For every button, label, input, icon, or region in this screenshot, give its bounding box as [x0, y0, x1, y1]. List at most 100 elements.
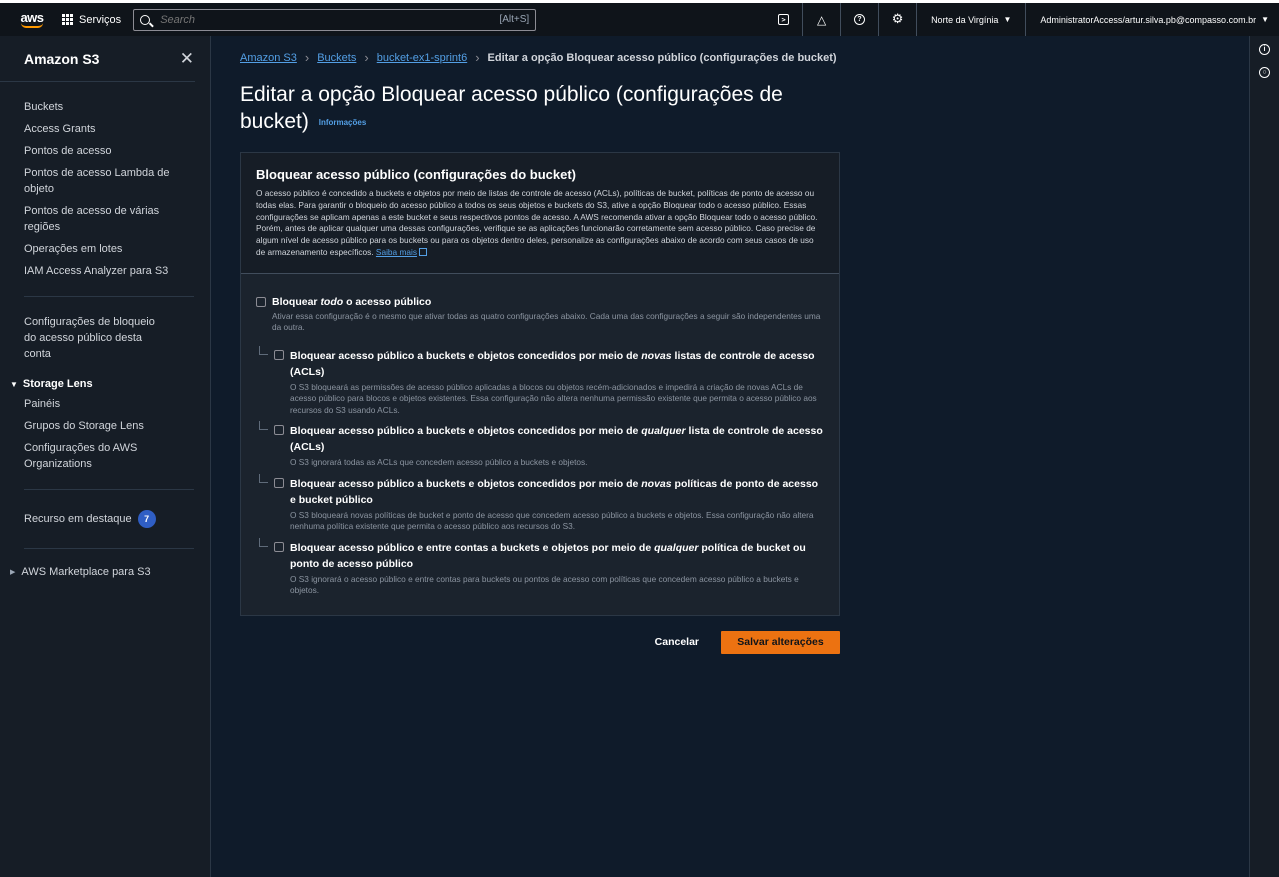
gear-icon: ⚙: [891, 12, 904, 27]
account-menu[interactable]: AdministratorAccess/artur.silva.pb@compa…: [1026, 3, 1269, 36]
panel-description: O acesso público é concedido a buckets e…: [256, 188, 824, 259]
sidebar-item-dashboards[interactable]: Painéis: [0, 393, 210, 415]
sidebar-header: Amazon S3 ✕: [0, 36, 195, 82]
main-content: Amazon S3 › Buckets › bucket-ex1-sprint6…: [240, 36, 840, 654]
notifications-button[interactable]: △: [803, 3, 842, 36]
sidebar-item-iam-access-analyzer[interactable]: IAM Access Analyzer para S3: [0, 260, 210, 282]
external-link-icon: [418, 247, 427, 256]
breadcrumb-bucket[interactable]: bucket-ex1-sprint6: [377, 52, 468, 64]
sidebar-item-storage-lens-groups[interactable]: Grupos do Storage Lens: [0, 415, 210, 437]
save-button[interactable]: Salvar alterações: [721, 630, 840, 654]
account-label: AdministratorAccess/artur.silva.pb@compa…: [1040, 14, 1257, 25]
tree-connector: [259, 421, 268, 431]
sidebar-item-multi-region-access-points[interactable]: Pontos de acesso de várias regiões: [0, 200, 210, 238]
option-new-acls-checkbox[interactable]: [274, 349, 284, 360]
sidebar-item-batch-operations[interactable]: Operações em lotes: [0, 238, 210, 260]
storage-lens-section[interactable]: ▼ Storage Lens: [0, 375, 210, 393]
option-new-policies-label[interactable]: Bloquear acesso público a buckets e obje…: [290, 476, 824, 508]
block-all-label[interactable]: Bloquear todo o acesso público: [272, 295, 431, 309]
search-input[interactable]: [160, 13, 500, 26]
sidebar-item-access-grants[interactable]: Access Grants: [0, 118, 210, 140]
sidebar-nav: Buckets Access Grants Pontos de acesso P…: [0, 82, 210, 581]
divider: [24, 296, 194, 297]
search-shortcut: [Alt+S]: [499, 14, 530, 25]
aws-logo[interactable]: aws: [12, 3, 52, 36]
top-navigation: aws Serviços [Alt+S] > △ ? ⚙ Norte da Vi…: [0, 0, 1279, 36]
grid-icon: [62, 14, 73, 25]
sidebar: Amazon S3 ✕ Buckets Access Grants Pontos…: [0, 36, 211, 877]
bell-icon: △: [816, 12, 827, 27]
option-new-policies: Bloquear acesso público a buckets e obje…: [259, 473, 824, 533]
triangle-right-icon: ▶: [10, 569, 16, 576]
info-link[interactable]: Informações: [319, 118, 367, 127]
sidebar-item-organizations-settings[interactable]: Configurações do AWS Organizations: [0, 437, 210, 475]
form-actions: Cancelar Salvar alterações: [240, 630, 840, 654]
sidebar-item-access-points[interactable]: Pontos de acesso: [0, 140, 210, 162]
tree-connector: [259, 473, 268, 483]
hexagon-icon[interactable]: ○: [1259, 67, 1270, 78]
aws-smile-icon: [21, 23, 43, 28]
region-label: Norte da Virgínia: [931, 14, 999, 25]
block-all-row: Bloquear todo o acesso público: [256, 295, 824, 309]
block-all-description: Ativar essa configuração é o mesmo que a…: [272, 310, 821, 333]
info-icon[interactable]: i: [1259, 44, 1270, 55]
breadcrumb-buckets[interactable]: Buckets: [317, 52, 356, 64]
services-label: Serviços: [79, 13, 122, 26]
option-any-acls-checkbox[interactable]: [274, 425, 284, 436]
option-new-policies-checkbox[interactable]: [274, 477, 284, 488]
page-title: Editar a opção Bloquear acesso público (…: [240, 81, 840, 135]
option-any-policies: Bloquear acesso público e entre contas a…: [259, 537, 824, 597]
sidebar-item-buckets[interactable]: Buckets: [0, 96, 210, 118]
panel-description-text: O acesso público é concedido a buckets e…: [256, 188, 818, 257]
option-any-policies-description: O S3 ignorará o acesso público e entre c…: [290, 573, 799, 596]
option-new-acls: Bloquear acesso público a buckets e obje…: [259, 345, 824, 417]
option-any-acls: Bloquear acesso público a buckets e obje…: [259, 421, 824, 469]
chevron-right-icon: ›: [475, 50, 480, 65]
chevron-right-icon: ›: [304, 50, 310, 65]
panel-header: Bloquear acesso público (configurações d…: [241, 153, 839, 274]
caret-down-icon: ▼: [1261, 15, 1269, 24]
panel-title: Bloquear acesso público (configurações d…: [256, 167, 577, 182]
breadcrumb-current: Editar a opção Bloquear acesso público (…: [487, 51, 837, 64]
sidebar-item-lambda-access-points[interactable]: Pontos de acesso Lambda de objeto: [0, 162, 210, 200]
close-icon[interactable]: ✕: [180, 49, 194, 69]
nav-right: > △ ? ⚙ Norte da Virgínia ▼ Administrato…: [765, 3, 1269, 36]
featured-resource[interactable]: Recurso em destaque 7: [0, 504, 210, 534]
option-any-acls-label[interactable]: Bloquear acesso público a buckets e obje…: [290, 423, 824, 455]
block-all-checkbox[interactable]: [256, 296, 266, 307]
tree-connector: [259, 345, 268, 355]
chevron-right-icon: ›: [364, 50, 369, 65]
block-public-access-panel: Bloquear acesso público (configurações d…: [240, 152, 840, 616]
settings-button[interactable]: ⚙: [879, 3, 918, 36]
sidebar-item-block-public-access-settings[interactable]: Configurações de bloqueio do acesso públ…: [0, 311, 210, 365]
breadcrumb-amazon-s3[interactable]: Amazon S3: [240, 52, 297, 64]
panel-body: Bloquear todo o acesso público Ativar es…: [241, 273, 839, 615]
services-button[interactable]: Serviços: [62, 14, 121, 26]
sidebar-title[interactable]: Amazon S3: [24, 51, 99, 67]
aws-logo-text: aws: [20, 9, 44, 25]
storage-lens-title: Storage Lens: [22, 378, 93, 390]
breadcrumb: Amazon S3 › Buckets › bucket-ex1-sprint6…: [240, 50, 840, 65]
option-any-policies-checkbox[interactable]: [274, 541, 284, 552]
region-selector[interactable]: Norte da Virgínia ▼: [917, 3, 1027, 36]
tree-connector: [259, 537, 268, 547]
marketplace-label: AWS Marketplace para S3: [21, 566, 151, 578]
search-box[interactable]: [Alt+S]: [133, 8, 537, 31]
triangle-down-icon: ▼: [10, 379, 18, 389]
cancel-button[interactable]: Cancelar: [655, 636, 699, 648]
option-any-policies-label[interactable]: Bloquear acesso público e entre contas a…: [290, 540, 824, 572]
learn-more-link[interactable]: Saiba mais: [376, 247, 417, 257]
terminal-icon: >: [778, 14, 790, 25]
cloudshell-button[interactable]: >: [765, 3, 804, 36]
marketplace-section[interactable]: ▶ AWS Marketplace para S3: [0, 563, 210, 581]
help-icon: ?: [854, 14, 866, 25]
featured-count-badge: 7: [137, 510, 156, 528]
option-new-acls-label[interactable]: Bloquear acesso público a buckets e obje…: [290, 348, 824, 380]
option-new-policies-description: O S3 bloqueará novas políticas de bucket…: [290, 509, 814, 532]
caret-down-icon: ▼: [1003, 15, 1012, 24]
right-rail: i ○: [1249, 36, 1279, 877]
search-icon: [140, 14, 151, 25]
option-new-acls-description: O S3 bloqueará as permissões de acesso p…: [290, 381, 817, 415]
help-button[interactable]: ?: [841, 3, 880, 36]
featured-label: Recurso em destaque: [24, 513, 132, 525]
